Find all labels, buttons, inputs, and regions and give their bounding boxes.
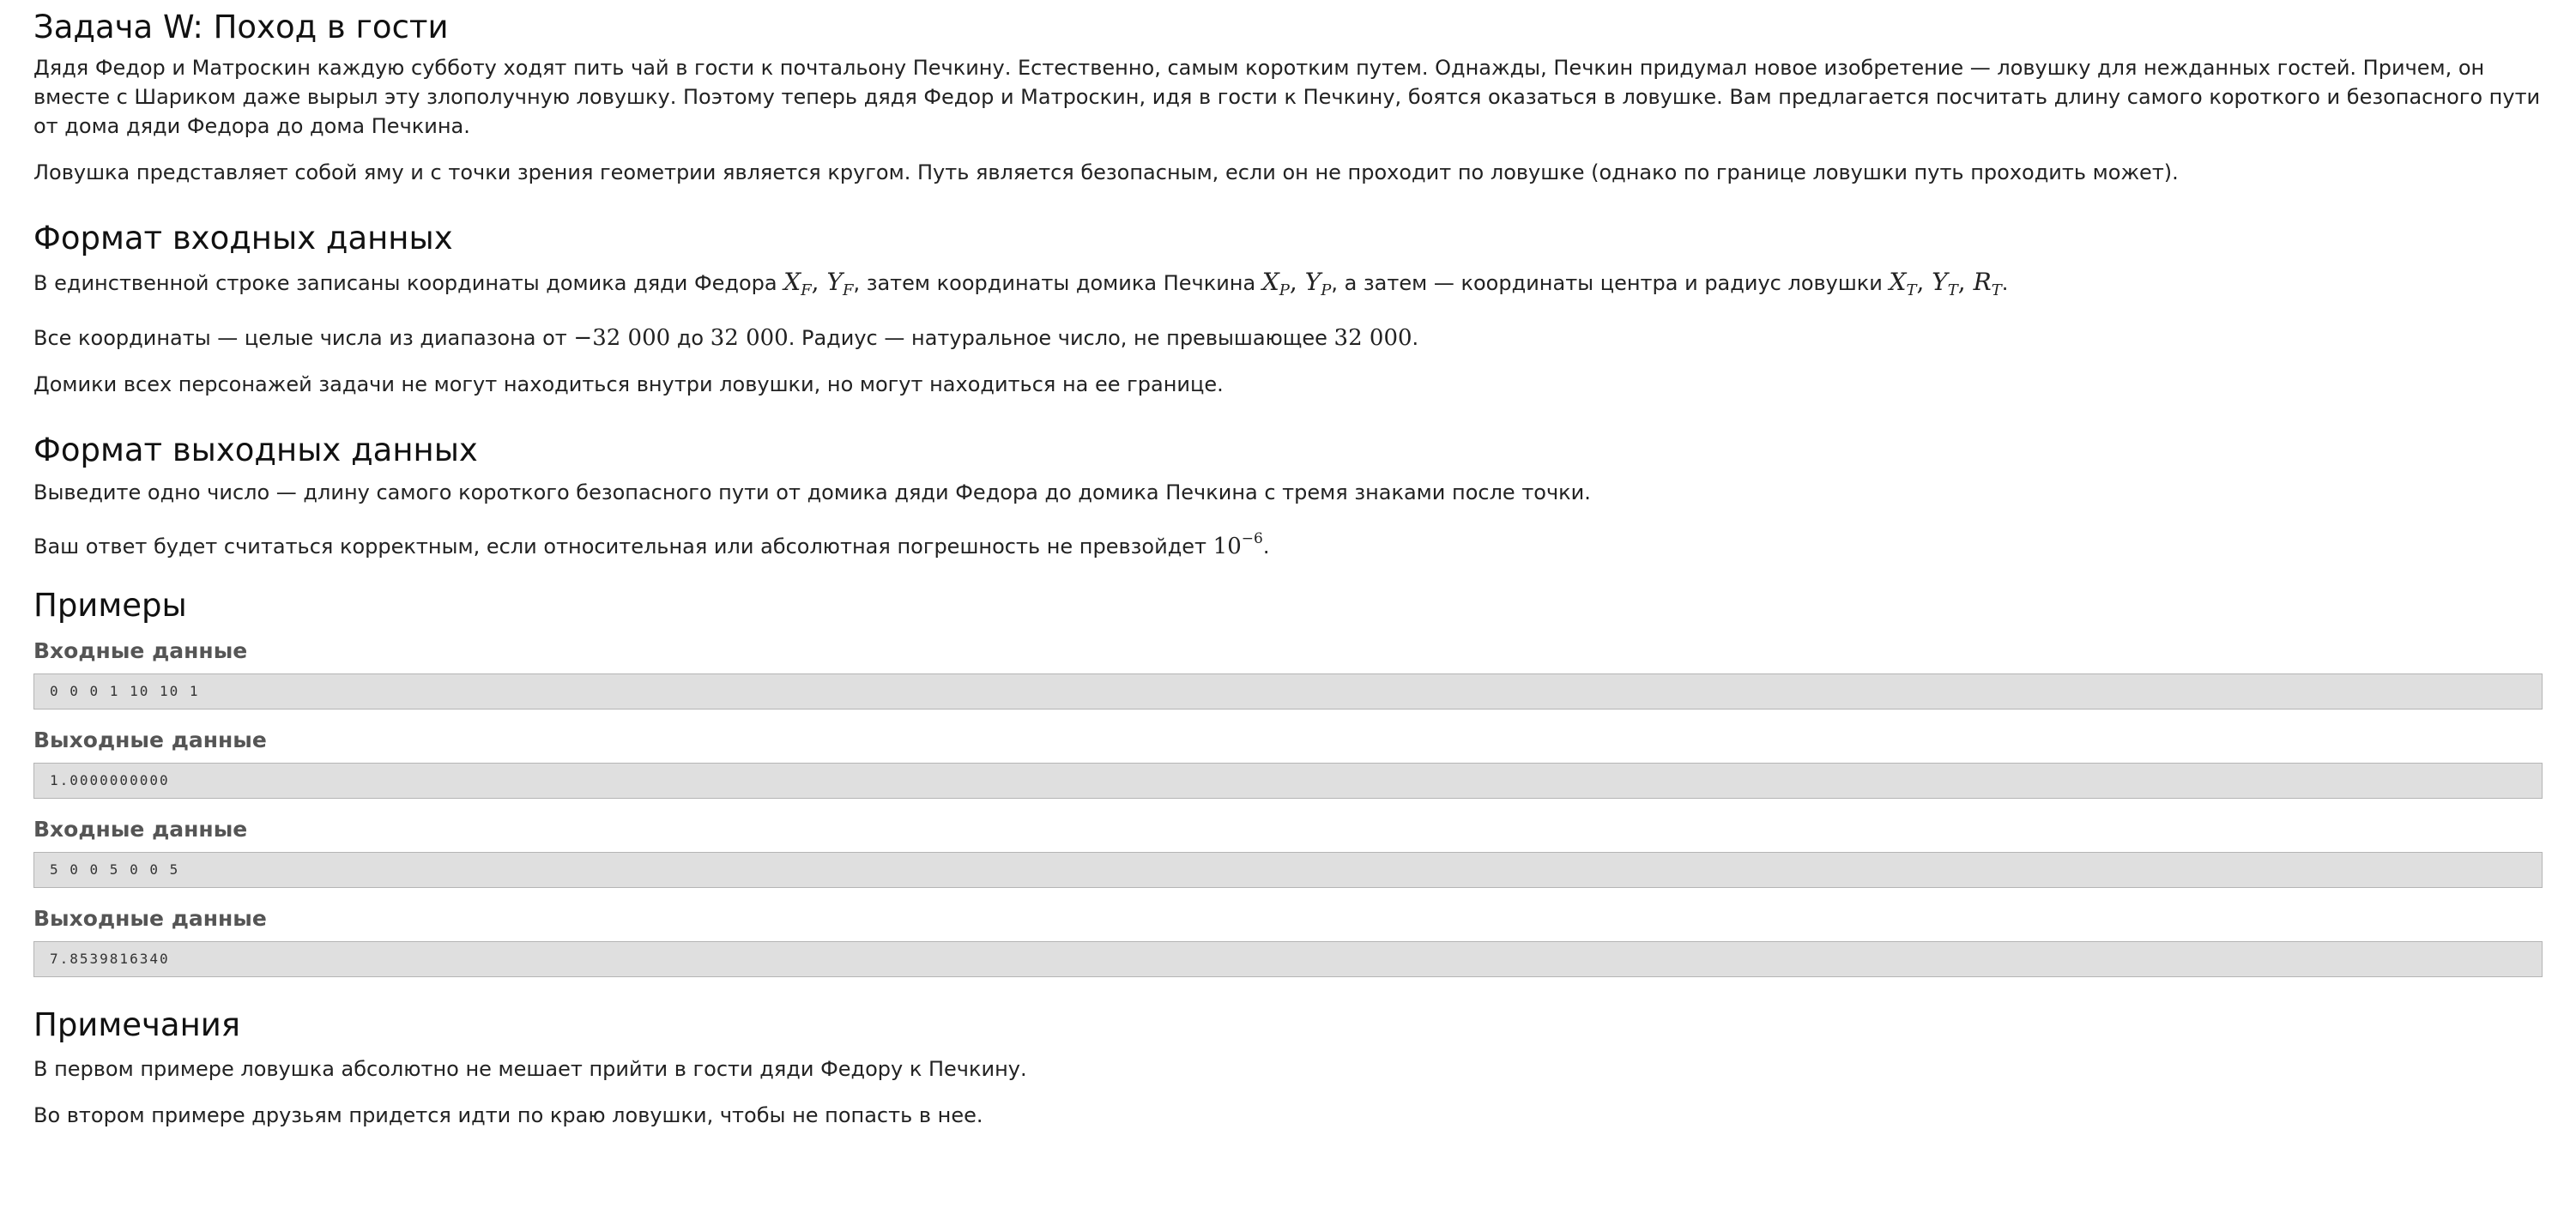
input-format-paragraph-2: Все координаты — целые числа из диапазон… bbox=[33, 325, 1419, 351]
notes-heading: Примечания bbox=[33, 1006, 241, 1043]
input-text-part-3: , а затем — координаты центра и радиус л… bbox=[1331, 271, 1890, 295]
notes-paragraph-2: Во втором примере друзьям придется идти … bbox=[33, 1103, 983, 1127]
example-2-output-label: Выходные данные bbox=[33, 906, 267, 931]
input-format-heading: Формат входных данных bbox=[33, 220, 453, 257]
statement-paragraph-2: Ловушка представляет собой яму и с точки… bbox=[33, 160, 2179, 184]
example-2-output-box[interactable]: 7.8539816340 bbox=[33, 941, 2543, 977]
example-2-input-box[interactable]: 5 0 0 5 0 0 5 bbox=[33, 852, 2543, 888]
precision-math: 10−6 bbox=[1212, 530, 1263, 559]
examples-heading: Примеры bbox=[33, 587, 187, 624]
statement-paragraph-1: Дядя Федор и Матроскин каждую субботу хо… bbox=[33, 56, 2541, 138]
output-format-paragraph-2: Ваш ответ будет считаться корректным, ес… bbox=[33, 530, 1270, 559]
example-2-input-label: Входные данные bbox=[33, 817, 248, 842]
example-1-input-label: Входные данные bbox=[33, 638, 248, 663]
range-min-math: −32 000 bbox=[573, 325, 671, 351]
notes-paragraph-1: В первом примере ловушка абсолютно не ме… bbox=[33, 1057, 1027, 1081]
radius-max-math: 32 000 bbox=[1333, 325, 1412, 351]
range-max-math: 32 000 bbox=[710, 325, 789, 351]
problem-page: Задача W: Поход в гости Дядя Федор и Мат… bbox=[0, 0, 2576, 1130]
output-format-paragraph-1: Выведите одно число — длину самого корот… bbox=[33, 480, 1591, 504]
problem-title: Задача W: Поход в гости bbox=[33, 9, 449, 45]
example-1-output-label: Выходные данные bbox=[33, 728, 267, 752]
output-format-heading: Формат выходных данных bbox=[33, 432, 478, 468]
input-format-paragraph-1: В единственной строке записаны координат… bbox=[33, 268, 2009, 299]
fedor-coordinates-math: XF, YF bbox=[783, 268, 854, 299]
input-format-paragraph-3: Домики всех персонажей задачи не могут н… bbox=[33, 372, 1224, 396]
input-text-part-2: , затем координаты домика Печкина bbox=[853, 271, 1262, 295]
input-text-part-1: В единственной строке записаны координат… bbox=[33, 271, 784, 295]
trap-parameters-math: XT, YT, RT bbox=[1889, 268, 2002, 299]
pechkin-coordinates-math: XP, YP bbox=[1261, 268, 1332, 299]
example-1-output-box[interactable]: 1.0000000000 bbox=[33, 763, 2543, 799]
example-1-input-box[interactable]: 0 0 0 1 10 10 1 bbox=[33, 673, 2543, 710]
